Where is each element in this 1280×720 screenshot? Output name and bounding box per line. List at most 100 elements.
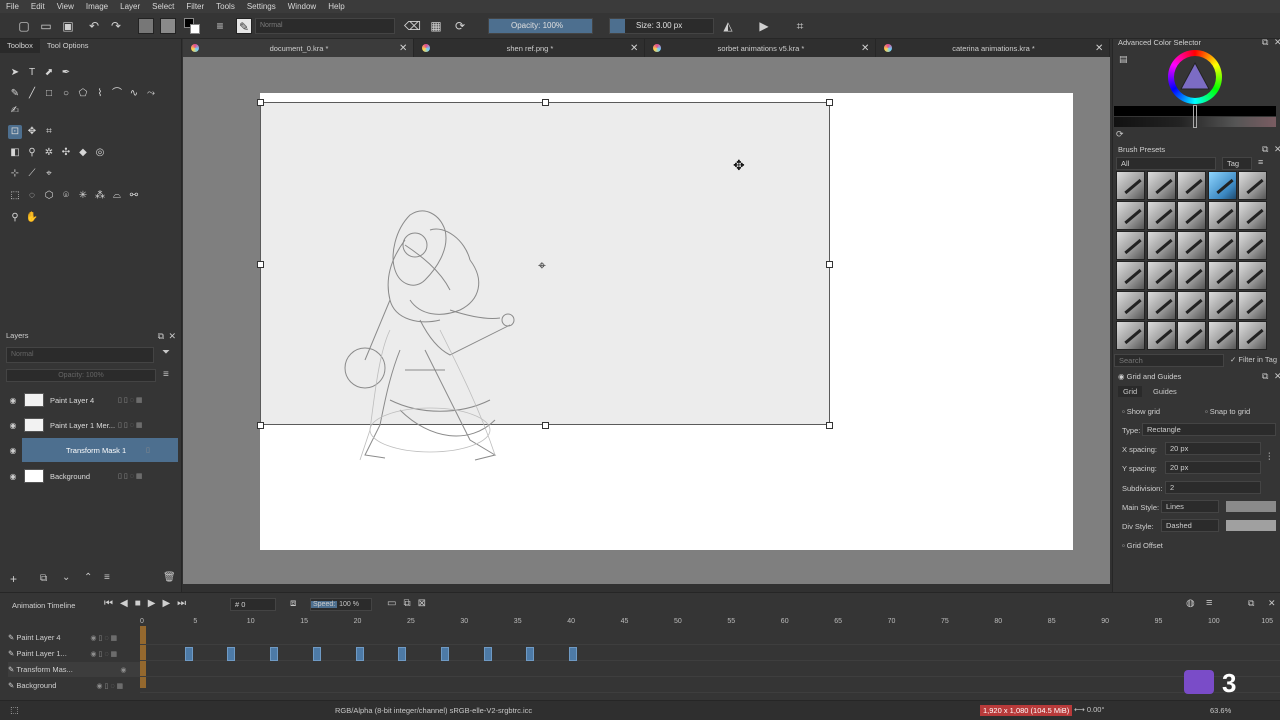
brush-preset-tile[interactable]: [1146, 231, 1176, 260]
close-panel-icon[interactable]: ✕: [1274, 37, 1280, 48]
mirror-vertical-icon[interactable]: ▶: [756, 18, 772, 34]
brush-filter-select[interactable]: All: [1116, 157, 1216, 170]
fill-tool-icon[interactable]: ◆: [76, 146, 90, 160]
selection-mode-icon[interactable]: ⬚: [10, 705, 19, 716]
layer-row[interactable]: ◉ Paint Layer 4 ▯▯◌▦: [6, 388, 178, 412]
layer-blend-select[interactable]: Normal: [6, 347, 154, 363]
menu-view[interactable]: View: [51, 2, 80, 11]
layer-menu-icon[interactable]: ≡: [163, 369, 169, 380]
polygon-tool-icon[interactable]: ⬠: [76, 87, 90, 101]
keyframe[interactable]: [483, 647, 492, 661]
edit-shapes-icon[interactable]: ⬈: [42, 66, 56, 80]
snap-to-grid-checkbox[interactable]: ▫ Snap to grid: [1205, 407, 1250, 416]
last-frame-icon[interactable]: ⏭: [177, 598, 193, 609]
zoom-timeline-icon[interactable]: ⧉: [403, 598, 417, 609]
brush-preset-tile[interactable]: [1177, 291, 1206, 320]
float-panel-icon[interactable]: ⧉: [1262, 144, 1268, 155]
tab-grid[interactable]: Grid: [1118, 386, 1143, 397]
save-document-icon[interactable]: ▣: [60, 18, 76, 34]
brush-preset-tile[interactable]: [1146, 291, 1176, 320]
brush-preset-tile[interactable]: [1207, 321, 1237, 350]
visibility-icon[interactable]: ◉: [6, 421, 20, 430]
refresh-icon[interactable]: ⟳: [1116, 129, 1124, 140]
brush-preset-tile[interactable]: [1146, 321, 1176, 350]
brush-preset-tile[interactable]: [1238, 291, 1267, 320]
audio-icon[interactable]: ◍: [1186, 598, 1195, 609]
enclose-fill-icon[interactable]: ◎: [93, 146, 107, 160]
float-panel-icon[interactable]: ⧉: [1248, 598, 1254, 609]
menu-tools[interactable]: Tools: [210, 2, 241, 11]
timeline-layer-row[interactable]: ✎ Paint Layer 1... ◉▯◌▦: [8, 646, 140, 661]
layer-row[interactable]: ◉ Paint Layer 1 Mer... ▯▯◌▦: [6, 413, 178, 437]
brush-tag-select[interactable]: Tag: [1222, 157, 1252, 170]
menu-settings[interactable]: Settings: [241, 2, 282, 11]
similar-select-icon[interactable]: ⁂: [93, 189, 107, 203]
new-document-icon[interactable]: ▢: [16, 18, 32, 34]
brush-preset-tile[interactable]: [1177, 321, 1206, 350]
timeline-layer-row[interactable]: ✎ Transform Mas... ◉: [8, 662, 140, 677]
colorize-mask-icon[interactable]: ✲: [42, 146, 56, 160]
rotation-readout[interactable]: ⟷ 0.00°: [1074, 705, 1104, 714]
smart-patch-icon[interactable]: ✣: [59, 146, 73, 160]
polygon-select-icon[interactable]: ⬡: [42, 189, 56, 203]
redo-icon[interactable]: ↷: [108, 18, 124, 34]
filter-in-tag-checkbox[interactable]: ✓ Filter in Tag: [1230, 355, 1277, 364]
line-tool-icon[interactable]: ╱: [25, 87, 39, 101]
show-grid-checkbox[interactable]: ▫ Show grid: [1122, 407, 1160, 416]
brush-preset-tile[interactable]: [1146, 201, 1176, 230]
document-tab[interactable]: shen ref.png * ✕: [414, 39, 645, 57]
gradient-swatch-icon[interactable]: [160, 18, 176, 34]
grid-expand-icon[interactable]: ◉: [1118, 372, 1125, 381]
brush-preset-tile[interactable]: [1177, 171, 1206, 200]
rectangle-tool-icon[interactable]: □: [42, 87, 56, 101]
gradient-tool-icon[interactable]: ◧: [8, 146, 22, 160]
brush-preset-tile[interactable]: [1238, 171, 1267, 200]
magnetic-select-icon[interactable]: ⚯: [127, 189, 141, 203]
brush-preset-tile[interactable]: [1207, 171, 1237, 200]
float-panel-icon[interactable]: ⧉: [158, 331, 164, 342]
keyframe[interactable]: [312, 647, 321, 661]
ellipse-tool-icon[interactable]: ○: [59, 87, 73, 101]
menu-help[interactable]: Help: [322, 2, 350, 11]
bezier-select-icon[interactable]: ⌓: [110, 189, 124, 203]
grid-offset-checkbox[interactable]: ▫ Grid Offset: [1122, 541, 1163, 550]
move-layer-down-icon[interactable]: ⌄: [62, 572, 70, 583]
text-tool-icon[interactable]: T: [25, 66, 39, 80]
close-tab-icon[interactable]: ✕: [861, 43, 875, 54]
zoom-readout[interactable]: 63.6%: [1210, 706, 1231, 715]
keyframe[interactable]: [526, 647, 535, 661]
main-style-select[interactable]: Lines: [1161, 500, 1219, 513]
onion-skin-icon[interactable]: ▭: [387, 598, 403, 609]
close-tab-icon[interactable]: ✕: [630, 43, 644, 54]
tab-toolbox[interactable]: Toolbox: [0, 39, 40, 53]
duplicate-layer-icon[interactable]: ⧉: [40, 573, 47, 584]
alpha-lock-icon[interactable]: ▦: [428, 18, 444, 34]
x-spacing-input[interactable]: 20 px: [1165, 442, 1261, 455]
float-panel-icon[interactable]: ⧉: [1262, 371, 1268, 382]
close-tab-icon[interactable]: ✕: [1095, 43, 1109, 54]
brush-preset-tile[interactable]: [1207, 291, 1237, 320]
transform-handle[interactable]: [542, 99, 549, 106]
layer-flags-icon[interactable]: ◉: [120, 666, 128, 674]
brush-preset-tile[interactable]: [1238, 231, 1267, 260]
blend-mode-select[interactable]: Normal: [255, 18, 395, 34]
delete-layer-icon[interactable]: 🗑: [163, 572, 176, 583]
close-panel-icon[interactable]: ✕: [1274, 144, 1280, 155]
color-wheel[interactable]: [1168, 50, 1222, 104]
layer-row[interactable]: ◉ Background ▯▯◌▦: [6, 464, 178, 488]
reference-tool-icon[interactable]: ⌖: [42, 167, 56, 181]
keyframe[interactable]: [270, 647, 279, 661]
close-panel-icon[interactable]: ✕: [1274, 371, 1280, 382]
keyframe[interactable]: [441, 647, 450, 661]
brush-preset-tile[interactable]: [1146, 261, 1176, 290]
transform-handle[interactable]: [826, 99, 833, 106]
keyframe[interactable]: [184, 647, 193, 661]
div-color-swatch[interactable]: [1226, 520, 1276, 531]
layer-flags-icon[interactable]: ▯▯◌▦: [118, 396, 144, 404]
brush-preset-tile[interactable]: [1116, 171, 1145, 200]
eraser-icon[interactable]: ⌫: [404, 18, 421, 34]
reload-preset-icon[interactable]: ⟳: [452, 18, 468, 34]
undo-icon[interactable]: ↶: [86, 18, 102, 34]
color-sampler-icon[interactable]: ⚲: [25, 146, 39, 160]
zoom-tool-icon[interactable]: ⚲: [8, 211, 22, 225]
